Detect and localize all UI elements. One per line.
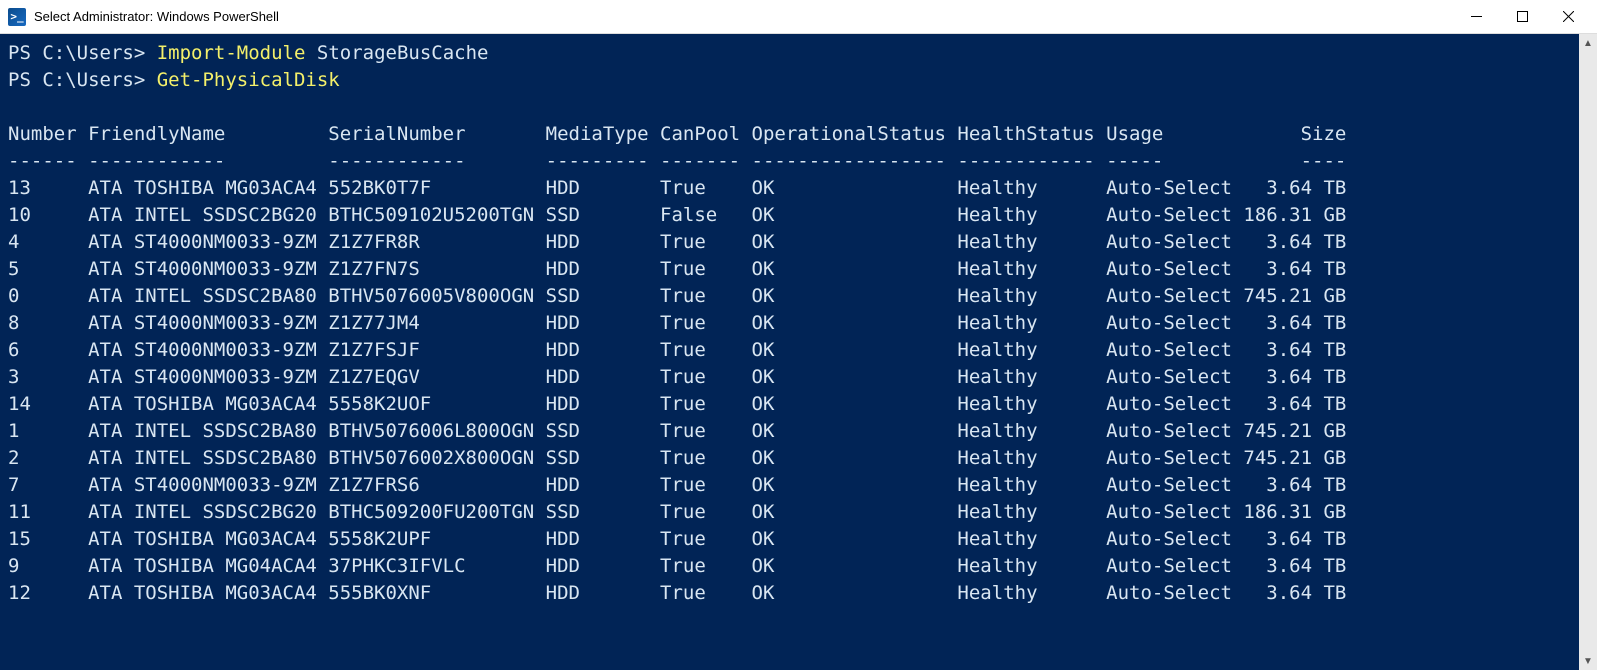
table-row: 5 ATA ST4000NM0033-9ZM Z1Z7FN7S HDD True… [8, 256, 1571, 283]
table-header: Number FriendlyName SerialNumber MediaTy… [8, 121, 1571, 148]
minimize-button[interactable] [1453, 0, 1499, 34]
table-row: 12 ATA TOSHIBA MG03ACA4 555BK0XNF HDD Tr… [8, 580, 1571, 607]
terminal-area[interactable]: PS C:\Users> Import-Module StorageBusCac… [0, 34, 1597, 670]
argument: StorageBusCache [305, 42, 488, 64]
table-underline: ------ ------------ ------------ -------… [8, 148, 1571, 175]
prompt: PS C:\Users> [8, 69, 157, 91]
table-row: 2 ATA INTEL SSDSC2BA80 BTHV5076002X800OG… [8, 445, 1571, 472]
maximize-button[interactable] [1499, 0, 1545, 34]
table-row: 6 ATA ST4000NM0033-9ZM Z1Z7FSJF HDD True… [8, 337, 1571, 364]
powershell-icon: >_ [8, 8, 26, 26]
table-row: 3 ATA ST4000NM0033-9ZM Z1Z7EQGV HDD True… [8, 364, 1571, 391]
command-line: PS C:\Users> Get-PhysicalDisk [8, 67, 1571, 94]
table-row: 13 ATA TOSHIBA MG03ACA4 552BK0T7F HDD Tr… [8, 175, 1571, 202]
window-titlebar: >_ Select Administrator: Windows PowerSh… [0, 0, 1597, 34]
table-row: 0 ATA INTEL SSDSC2BA80 BTHV5076005V800OG… [8, 283, 1571, 310]
table-row: 7 ATA ST4000NM0033-9ZM Z1Z7FRS6 HDD True… [8, 472, 1571, 499]
table-row: 14 ATA TOSHIBA MG03ACA4 5558K2UOF HDD Tr… [8, 391, 1571, 418]
table-row: 10 ATA INTEL SSDSC2BG20 BTHC509102U5200T… [8, 202, 1571, 229]
scroll-down-icon[interactable]: ▼ [1579, 652, 1597, 670]
command-line: PS C:\Users> Import-Module StorageBusCac… [8, 40, 1571, 67]
vertical-scrollbar[interactable]: ▲ ▼ [1579, 34, 1597, 670]
terminal-output[interactable]: PS C:\Users> Import-Module StorageBusCac… [0, 34, 1579, 670]
window-title: Select Administrator: Windows PowerShell [34, 9, 279, 24]
table-row: 9 ATA TOSHIBA MG04ACA4 37PHKC3IFVLC HDD … [8, 553, 1571, 580]
table-row: 4 ATA ST4000NM0033-9ZM Z1Z7FR8R HDD True… [8, 229, 1571, 256]
prompt: PS C:\Users> [8, 42, 157, 64]
close-button[interactable] [1545, 0, 1591, 34]
table-row: 8 ATA ST4000NM0033-9ZM Z1Z77JM4 HDD True… [8, 310, 1571, 337]
scroll-up-icon[interactable]: ▲ [1579, 34, 1597, 52]
table-row: 15 ATA TOSHIBA MG03ACA4 5558K2UPF HDD Tr… [8, 526, 1571, 553]
table-row: 11 ATA INTEL SSDSC2BG20 BTHC509200FU200T… [8, 499, 1571, 526]
cmdlet: Get-PhysicalDisk [157, 69, 340, 91]
table-row: 1 ATA INTEL SSDSC2BA80 BTHV5076006L800OG… [8, 418, 1571, 445]
cmdlet: Import-Module [157, 42, 306, 64]
